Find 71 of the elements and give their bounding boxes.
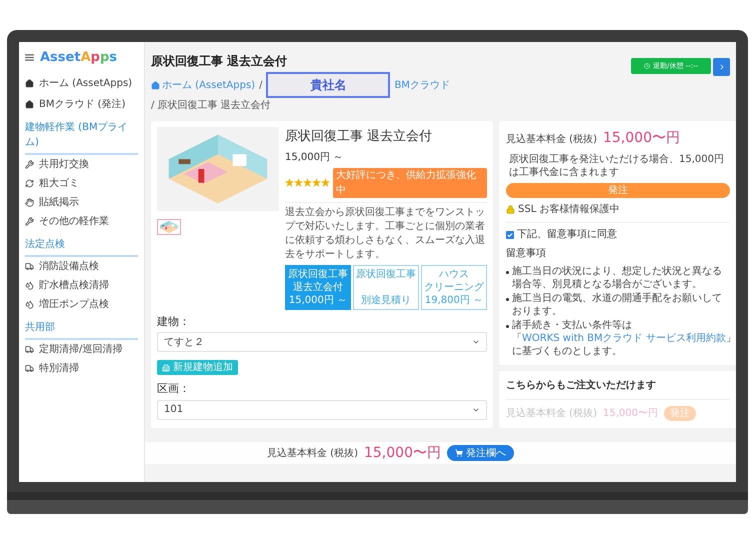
price-value: 15,000〜円 bbox=[364, 444, 441, 462]
item-icon bbox=[25, 217, 34, 226]
building-select[interactable]: てすと２ bbox=[157, 332, 487, 352]
breadcrumb-current: / 原状回復工事 退去立会付 bbox=[151, 98, 272, 113]
item-icon bbox=[25, 179, 34, 188]
cart-icon bbox=[454, 449, 463, 457]
sidebar-item[interactable]: ホーム (AssetApps) bbox=[25, 74, 138, 92]
breadcrumb-separator: / bbox=[259, 78, 262, 92]
notes-title: 留意事項 bbox=[506, 246, 547, 261]
agree-checkbox[interactable] bbox=[506, 230, 514, 238]
price-label: 見込基本料金 (税抜) bbox=[267, 446, 358, 460]
sidebar-item[interactable]: 消防設備点検 bbox=[25, 258, 138, 276]
product-title: 原状回復工事 退去立会付 bbox=[285, 128, 434, 146]
product-description: 退去立会から原状回復工事までをワンストップで対応いたします。工事ごとに個別の業者に依頼する煩わしさもなく、スムーズな入退去をサポートします。 bbox=[285, 206, 486, 262]
caret-icon bbox=[472, 338, 480, 346]
product-price: 15,000円 ～ bbox=[285, 150, 344, 164]
lock-icon bbox=[506, 205, 515, 214]
star-icon bbox=[321, 178, 330, 187]
item-icon bbox=[25, 198, 34, 207]
sidebar-item[interactable]: 定期清掃/巡回清掃 bbox=[25, 340, 138, 358]
arrow-button[interactable] bbox=[713, 58, 730, 76]
sidebar-section-title: 法定点検 bbox=[25, 236, 138, 256]
home-icon bbox=[25, 78, 34, 88]
bullet-icon bbox=[506, 271, 509, 274]
card-title: こちらからもご注文いただけます bbox=[506, 378, 730, 400]
home-icon bbox=[25, 100, 34, 108]
item-icon bbox=[25, 160, 34, 169]
item-icon bbox=[25, 345, 34, 354]
building-icon bbox=[162, 364, 170, 372]
price-label: 見込基本料金 (税抜) bbox=[506, 406, 597, 421]
field-label: 区画： bbox=[157, 381, 191, 397]
note-text: 施工当日の電気、水道の開通手配をお願いしております。 bbox=[512, 292, 723, 318]
sidebar-section-title: 建物軽作業 (BMプライム) bbox=[25, 120, 138, 154]
price-value: 15,000〜円 bbox=[602, 407, 658, 421]
item-icon bbox=[25, 281, 34, 290]
star-icon bbox=[303, 178, 312, 187]
clock-icon bbox=[644, 63, 650, 69]
sidebar-item[interactable]: 特別清掃 bbox=[25, 360, 138, 378]
app-logo[interactable]: AssetApps bbox=[40, 48, 118, 68]
popularity-badge: 大好評につき、供給力拡張強化中 bbox=[333, 168, 487, 198]
page-title: 原状回復工事 退去立会付 bbox=[151, 53, 288, 70]
sidebar-item[interactable]: 共用灯交換 bbox=[25, 156, 138, 174]
price-value: 15,000〜円 bbox=[602, 129, 680, 148]
agree-label: 下記、留意事項に同意 bbox=[517, 228, 617, 242]
sidebar-item[interactable]: 貯水槽点検清掃 bbox=[25, 276, 138, 294]
sidebar-item[interactable]: 粗大ゴミ bbox=[25, 174, 138, 192]
item-icon bbox=[25, 262, 34, 271]
item-icon bbox=[25, 300, 34, 309]
sidebar-item[interactable]: BMクラウド (発注) bbox=[25, 94, 138, 114]
room-thumbnail-drawing[interactable] bbox=[157, 219, 181, 235]
bullet-icon bbox=[506, 298, 509, 301]
item-icon bbox=[25, 364, 34, 373]
home-icon bbox=[151, 80, 160, 90]
sidebar-item[interactable]: 増圧ポンプ点検 bbox=[25, 296, 138, 314]
menu-icon[interactable] bbox=[25, 54, 34, 62]
sidebar-item[interactable]: 貼紙掲示 bbox=[25, 194, 138, 212]
note-text: 諸手続き・支払い条件等は「WORKS with BMクラウド サービス利用約款」に基づくものとします。 bbox=[512, 319, 736, 358]
go-to-order-button[interactable]: 発注欄へ bbox=[446, 445, 514, 461]
star-icon bbox=[285, 178, 294, 187]
ssl-text: SSL お客様情報保護中 bbox=[518, 202, 620, 217]
company-name-overlay: 貴社名 bbox=[266, 72, 390, 98]
price-label: 見込基本料金 (税抜) bbox=[506, 132, 597, 147]
price-note: 原状回復工事を発注いただける場合、15,000円は工事代金に含まれます bbox=[508, 153, 725, 179]
field-label: 建物： bbox=[157, 314, 191, 330]
bullet-icon bbox=[506, 325, 509, 328]
star-icon bbox=[312, 178, 321, 187]
sidebar-section-title: 共用部 bbox=[25, 320, 138, 340]
sidebar-item[interactable]: その他の軽作業 bbox=[25, 212, 138, 230]
star-icon bbox=[294, 178, 303, 187]
unit-select[interactable]: 101 bbox=[157, 400, 487, 420]
note-text: 施工当日の状況により、想定した状況と異なる場合等、別見積となる場合がございます。 bbox=[512, 265, 723, 291]
